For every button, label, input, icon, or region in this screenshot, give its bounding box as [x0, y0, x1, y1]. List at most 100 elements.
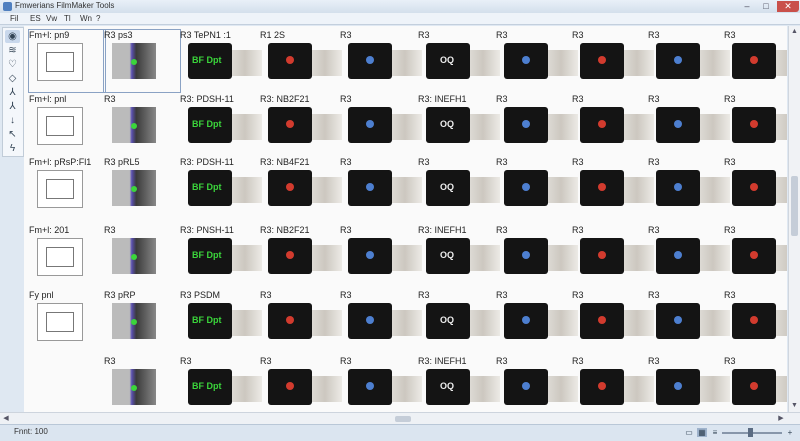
grid-cell[interactable]: R3: INEFH1 OQ: [418, 225, 500, 287]
grid-cell[interactable]: R3: [496, 290, 578, 352]
grid-cell[interactable]: R3: [648, 225, 730, 287]
thumbnail-mark: [750, 120, 758, 128]
grid-cell[interactable]: R3: [572, 356, 654, 412]
vertical-scrollbar[interactable]: ▲ ▼: [788, 26, 800, 412]
grid-cell[interactable]: R3: [572, 94, 654, 156]
bolt-icon[interactable]: ϟ: [5, 142, 20, 155]
layers-icon[interactable]: ≋: [5, 44, 20, 57]
page-icon[interactable]: ▭: [684, 428, 694, 437]
grid-cell[interactable]: R3: [340, 290, 422, 352]
vertical-scroll-thumb[interactable]: [791, 176, 798, 236]
grid-cell[interactable]: R3 pRL5: [104, 157, 180, 219]
scroll-down-icon[interactable]: ▼: [789, 400, 800, 411]
zoom-in-icon[interactable]: +: [785, 428, 795, 437]
grid-cell[interactable]: R3: [648, 356, 730, 412]
grid-cell[interactable]: R3: [496, 157, 578, 219]
grid-cell[interactable]: Fm+l: 201: [29, 225, 105, 287]
grid-cell[interactable]: R3: [648, 30, 730, 92]
grid-cell[interactable]: R3: [724, 290, 787, 352]
branch-icon[interactable]: ⅄: [5, 86, 20, 99]
grid-cell[interactable]: R3: [260, 290, 342, 352]
grid-cell[interactable]: R3: [724, 356, 787, 412]
grid-cell[interactable]: R3: INEFH1 OQ: [418, 356, 500, 412]
grid-cell[interactable]: R3: [724, 94, 787, 156]
menu-help[interactable]: ?: [96, 13, 100, 24]
grid-cell[interactable]: Fm+l: pn9: [28, 29, 106, 93]
grid-cell[interactable]: R3: [340, 157, 422, 219]
menu-edit[interactable]: ES: [30, 13, 41, 24]
menu-file[interactable]: Fil: [10, 13, 18, 24]
thumbnail-image: [732, 238, 776, 274]
cursor-icon[interactable]: ↖: [5, 128, 20, 141]
grid-cell[interactable]: R3: PDSH-11 BF Dpt: [180, 94, 262, 156]
adjust-icon[interactable]: ◇: [5, 72, 20, 85]
grid-cell[interactable]: R3: NB2F21: [260, 94, 342, 156]
cell-label: R3: [724, 356, 736, 366]
grid-cell[interactable]: R3 PSDM BF Dpt: [180, 290, 262, 352]
thumbnail-mark: [598, 382, 606, 390]
grid-cell[interactable]: R3: [572, 290, 654, 352]
thumbnail-image: [268, 303, 312, 339]
grid-cell[interactable]: R3: [648, 94, 730, 156]
menu-window[interactable]: Wn: [80, 13, 92, 24]
grid-cell[interactable]: R3: [496, 225, 578, 287]
maximize-button[interactable]: □: [757, 1, 775, 12]
scroll-up-icon[interactable]: ▲: [789, 26, 800, 37]
cell-label: R3: [572, 30, 584, 40]
thumbnail-caption: OQ: [440, 119, 455, 129]
grid-cell[interactable]: R3: [496, 356, 578, 412]
thumbnail-badge: BF Dpt: [192, 182, 222, 192]
shield-icon[interactable]: ♡: [5, 58, 20, 71]
grid-cell[interactable]: R3: [104, 356, 180, 412]
grid-cell[interactable]: Fy pnl: [29, 290, 105, 352]
grid-icon[interactable]: ▦: [697, 428, 707, 437]
zoom-slider-handle[interactable]: [748, 428, 753, 437]
grid-cell[interactable]: R3: [724, 225, 787, 287]
grid-cell[interactable]: R3: [260, 356, 342, 412]
grid-cell[interactable]: R3: [340, 356, 422, 412]
grid-cell[interactable]: R3: NB2F21: [260, 225, 342, 287]
grid-cell[interactable]: R3: [104, 225, 180, 287]
list-icon[interactable]: ≡: [710, 428, 720, 437]
grid-cell[interactable]: R3 OQ: [418, 157, 500, 219]
grid-cell[interactable]: R3 BF Dpt: [180, 356, 262, 412]
grid-cell[interactable]: R3: [572, 225, 654, 287]
grid-cell[interactable]: R3 ps3: [103, 29, 181, 93]
thumbnail-image: [580, 303, 624, 339]
grid-cell[interactable]: R3: PDSH-11 BF Dpt: [180, 157, 262, 219]
menu-tools[interactable]: Tl: [64, 13, 71, 24]
grid-cell[interactable]: R3: NB4F21: [260, 157, 342, 219]
blurred-background: [308, 50, 342, 76]
grid-cell[interactable]: R3: [104, 94, 180, 156]
grid-cell[interactable]: R3: [340, 30, 422, 92]
grid-cell[interactable]: R3: [496, 30, 578, 92]
eye-icon[interactable]: ◉: [5, 30, 20, 43]
grid-cell[interactable]: R3 OQ: [418, 30, 500, 92]
close-button[interactable]: ✕: [777, 1, 799, 12]
grid-cell[interactable]: R3: INEFH1 OQ: [418, 94, 500, 156]
grid-cell[interactable]: Fm+l: pRsP:Fl1: [29, 157, 105, 219]
horizontal-scroll-thumb[interactable]: [395, 416, 411, 422]
grid-cell[interactable]: R3 pRP: [104, 290, 180, 352]
grid-cell[interactable]: R3: [340, 225, 422, 287]
thumbnail-image: [656, 107, 700, 143]
grid-cell[interactable]: R3: [724, 157, 787, 219]
grid-cell[interactable]: R3: [724, 30, 787, 92]
thumbnail-image: BF Dpt: [188, 238, 232, 274]
grid-cell[interactable]: R3: [496, 94, 578, 156]
thumbnail-image: [268, 43, 312, 79]
grid-cell[interactable]: R1 2S: [260, 30, 342, 92]
grid-cell[interactable]: R3: [572, 30, 654, 92]
grid-cell[interactable]: R3: [572, 157, 654, 219]
grid-cell[interactable]: Fm+l: pnl: [29, 94, 105, 156]
menu-view[interactable]: Vw: [46, 13, 57, 24]
grid-cell[interactable]: R3 TePN1 :1 BF Dpt: [180, 30, 262, 92]
grid-cell[interactable]: R3: [648, 157, 730, 219]
grid-cell[interactable]: R3: [340, 94, 422, 156]
grid-cell[interactable]: R3 OQ: [418, 290, 500, 352]
minimize-button[interactable]: ‒: [738, 1, 756, 12]
grid-cell[interactable]: R3: PNSH-11 BF Dpt: [180, 225, 262, 287]
split-icon[interactable]: ⅄: [5, 100, 20, 113]
arrow-down-icon[interactable]: ↓: [5, 114, 20, 127]
grid-cell[interactable]: R3: [648, 290, 730, 352]
